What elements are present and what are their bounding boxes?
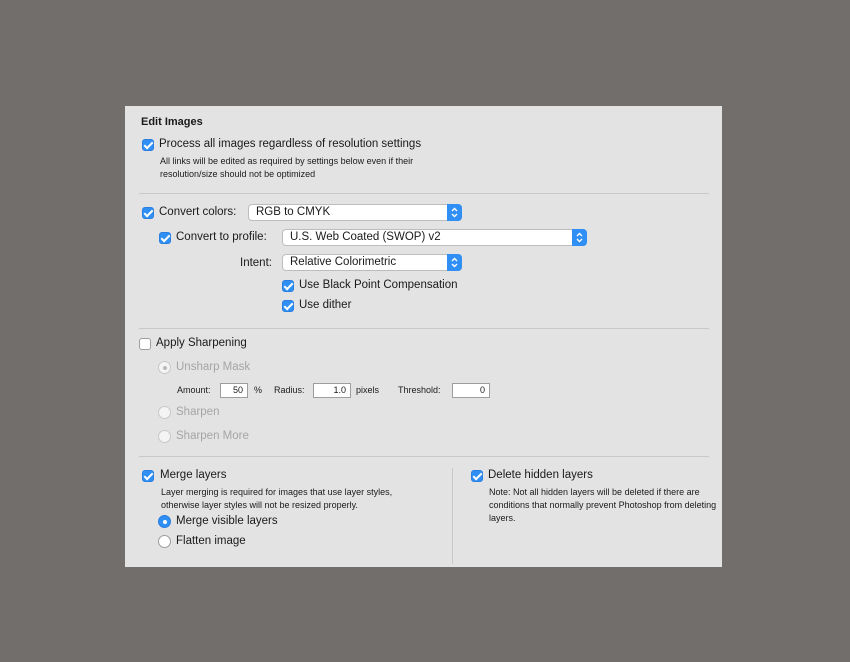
convert-colors-checkbox[interactable] [142,207,154,219]
amount-label: Amount: [177,385,211,395]
delete-hidden-checkbox[interactable] [471,470,483,482]
divider [139,193,709,194]
unsharp-mask-radio[interactable] [158,361,171,374]
apply-sharpening-checkbox[interactable] [139,338,151,350]
divider [139,328,709,329]
threshold-input[interactable]: 0 [452,383,490,398]
convert-profile-value: U.S. Web Coated (SWOP) v2 [290,231,441,243]
radius-unit: pixels [356,385,380,395]
amount-unit: % [254,385,263,395]
sharpen-more-label: Sharpen More [176,430,249,442]
threshold-label: Threshold: [398,385,441,395]
delete-hidden-label: Delete hidden layers [488,469,593,481]
unsharp-mask-label: Unsharp Mask [176,361,251,373]
convert-colors-label: Convert colors: [159,206,237,218]
intent-label: Intent: [240,257,272,269]
radius-input[interactable]: 1.0 [313,383,351,398]
process-all-note: All links will be edited as required by … [160,156,414,179]
process-all-checkbox[interactable] [142,139,154,151]
delete-hidden-note: Note: Not all hidden layers will be dele… [489,487,717,523]
sharpen-radio[interactable] [158,406,171,419]
merge-layers-note: Layer merging is required for images tha… [161,487,393,510]
process-all-label: Process all images regardless of resolut… [159,138,422,150]
dither-label: Use dither [299,299,352,311]
convert-profile-checkbox[interactable] [159,232,171,244]
merge-layers-checkbox[interactable] [142,470,154,482]
divider [139,456,709,457]
merge-visible-label: Merge visible layers [176,515,278,527]
edit-images-panel: Edit Images Process all images regardles… [125,106,722,567]
flatten-image-radio[interactable] [158,535,171,548]
sharpen-label: Sharpen [176,406,220,418]
radius-label: Radius: [274,385,305,395]
convert-colors-value: RGB to CMYK [256,206,331,218]
merge-visible-radio[interactable] [158,515,171,528]
divider-vertical [452,468,453,564]
amount-input[interactable]: 50 [220,383,248,398]
merge-layers-label: Merge layers [160,469,227,481]
flatten-image-label: Flatten image [176,535,246,547]
convert-profile-select[interactable]: U.S. Web Coated (SWOP) v2 [282,229,587,246]
intent-value: Relative Colorimetric [290,256,397,268]
chevron-updown-icon [572,229,587,246]
black-point-checkbox[interactable] [282,280,294,292]
chevron-updown-icon [447,204,462,221]
apply-sharpening-label: Apply Sharpening [156,337,247,349]
dither-checkbox[interactable] [282,300,294,312]
convert-profile-label: Convert to profile: [176,231,267,243]
section-title: Edit Images [141,116,203,128]
intent-select[interactable]: Relative Colorimetric [282,254,462,271]
chevron-updown-icon [447,254,462,271]
black-point-label: Use Black Point Compensation [299,279,458,291]
sharpen-more-radio[interactable] [158,430,171,443]
convert-colors-select[interactable]: RGB to CMYK [248,204,462,221]
